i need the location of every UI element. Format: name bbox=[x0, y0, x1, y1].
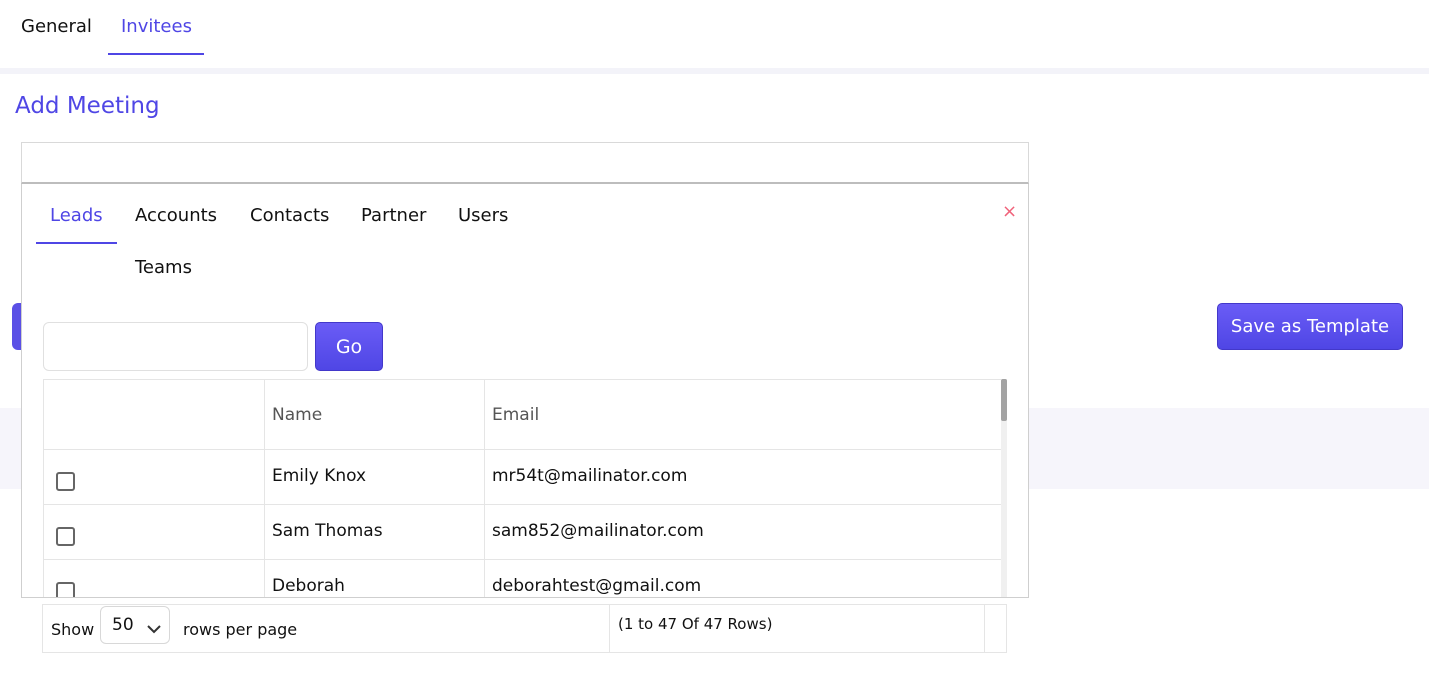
row-name: Emily Knox bbox=[272, 466, 367, 486]
tab-leads[interactable]: Leads bbox=[50, 204, 103, 228]
tab-teams[interactable]: Teams bbox=[135, 256, 192, 280]
pagination-bar: Show 50 rows per page (1 to 47 Of 47 Row… bbox=[42, 604, 1007, 653]
tab-contacts[interactable]: Contacts bbox=[250, 204, 329, 228]
tab-partner[interactable]: Partner bbox=[361, 204, 426, 228]
invitee-field[interactable] bbox=[21, 142, 1029, 184]
rows-per-page-value: 50 bbox=[112, 615, 134, 635]
show-label: Show bbox=[51, 620, 95, 639]
chevron-down-icon bbox=[147, 619, 161, 638]
table-header-row: Name Email bbox=[44, 380, 1006, 450]
tab-accounts[interactable]: Accounts bbox=[135, 204, 217, 228]
go-button[interactable]: Go bbox=[315, 322, 383, 371]
tab-bar-divider bbox=[0, 68, 1429, 74]
table-scrollbar[interactable] bbox=[1001, 379, 1007, 597]
tab-general[interactable]: General bbox=[8, 0, 105, 55]
active-tab-indicator bbox=[36, 242, 117, 244]
invitee-picker-popup: Leads Accounts Contacts Partner Users Te… bbox=[21, 184, 1029, 598]
row-name: Sam Thomas bbox=[272, 521, 383, 541]
row-checkbox[interactable] bbox=[56, 527, 75, 546]
row-email: sam852@mailinator.com bbox=[492, 521, 704, 541]
row-checkbox[interactable] bbox=[56, 582, 75, 597]
page-title: Add Meeting bbox=[15, 93, 160, 119]
table-row[interactable]: Deborah deborahtest@gmail.com bbox=[44, 560, 1006, 597]
row-checkbox[interactable] bbox=[56, 472, 75, 491]
table-row[interactable]: Sam Thomas sam852@mailinator.com bbox=[44, 505, 1006, 560]
header-email[interactable]: Email bbox=[492, 405, 539, 425]
row-email: deborahtest@gmail.com bbox=[492, 576, 702, 596]
row-name: Deborah bbox=[272, 576, 345, 596]
top-tab-bar: General Invitees bbox=[0, 0, 1429, 68]
tab-invitees[interactable]: Invitees bbox=[108, 0, 204, 55]
results-table: Name Email Emily Knox mr54t@mailinator.c… bbox=[43, 379, 1007, 597]
rows-per-page-label: rows per page bbox=[183, 620, 298, 639]
table-row[interactable]: Emily Knox mr54t@mailinator.com bbox=[44, 450, 1006, 505]
search-input[interactable] bbox=[43, 322, 308, 371]
row-count-text: (1 to 47 Of 47 Rows) bbox=[618, 615, 773, 633]
row-email: mr54t@mailinator.com bbox=[492, 466, 688, 486]
scrollbar-thumb[interactable] bbox=[1001, 379, 1007, 421]
header-name[interactable]: Name bbox=[272, 405, 322, 425]
rows-per-page-select[interactable]: 50 bbox=[100, 606, 170, 644]
save-as-template-button[interactable]: Save as Template bbox=[1217, 303, 1403, 350]
pager-divider bbox=[609, 605, 610, 652]
tab-users[interactable]: Users bbox=[458, 204, 508, 228]
pager-divider bbox=[984, 605, 985, 652]
close-icon[interactable]: × bbox=[1002, 202, 1017, 222]
